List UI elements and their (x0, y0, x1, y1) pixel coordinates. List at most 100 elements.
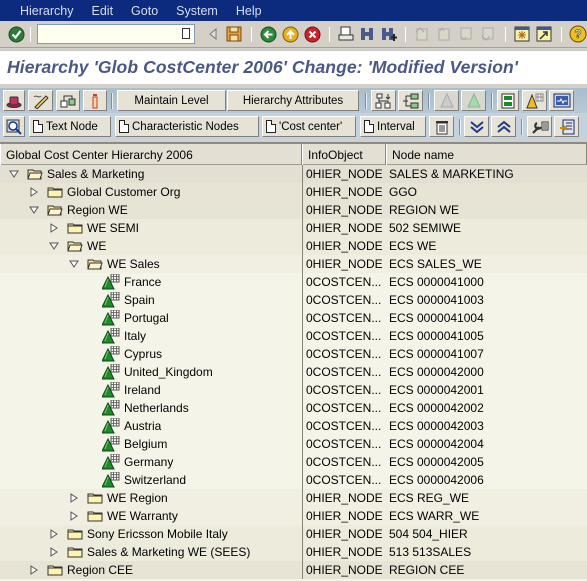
export-button[interactable] (554, 116, 579, 137)
node-label-cell[interactable]: Sony Ericsson Mobile Italy (0, 525, 302, 543)
tree-node-row[interactable]: Sony Ericsson Mobile Italy 0HIER_NODE 504 … (0, 525, 587, 543)
save-icon[interactable] (225, 25, 243, 43)
node-label-cell[interactable]: Austria (0, 417, 302, 435)
info-button[interactable] (83, 90, 107, 111)
back-icon[interactable] (259, 25, 277, 43)
collapse-node-icon[interactable] (68, 258, 80, 270)
settings-button[interactable] (527, 116, 552, 137)
characteristic-nodes-button[interactable]: Characteristic Nodes (115, 116, 259, 137)
back-arrow-icon[interactable] (204, 25, 222, 43)
shortcut-icon[interactable] (535, 25, 553, 43)
tree-node-row[interactable]: Sales & Marketing WE (SEES) 0HIER_NODE 513… (0, 543, 587, 561)
menu-help[interactable]: Help (236, 4, 262, 18)
collapse-node-icon[interactable] (48, 240, 60, 252)
node-label-cell[interactable]: Sales & Marketing (0, 165, 302, 183)
node-label-cell[interactable]: Region CEE (0, 561, 302, 579)
hierarchy-structure-button[interactable] (56, 90, 80, 111)
cost-center-row[interactable]: Ireland 0COSTCEN... ECS 0000042001 (0, 381, 587, 399)
where-used-button[interactable] (522, 90, 547, 111)
expand-node-icon[interactable] (68, 510, 80, 522)
cost-center-row[interactable]: Spain 0COSTCEN... ECS 0000041003 (0, 291, 587, 309)
node-label-cell[interactable]: Italy (0, 327, 302, 345)
collapse-node-icon[interactable] (28, 204, 40, 216)
tree-node-row[interactable]: Sales & Marketing 0HIER_NODE SALES & MARKE… (0, 165, 587, 183)
node-label-cell[interactable]: Region WE (0, 201, 302, 219)
node-label-cell[interactable]: Global Customer Org (0, 183, 302, 201)
node-label-cell[interactable]: Cyprus (0, 345, 302, 363)
menu-edit[interactable]: Edit (92, 4, 114, 18)
collapse-all-button[interactable] (491, 116, 516, 137)
cost-center-row[interactable]: Switzerland 0COSTCEN... ECS 0000042006 (0, 471, 587, 489)
column-header-node-name[interactable]: Node name (386, 144, 587, 165)
node-label-cell[interactable]: WE (0, 237, 302, 255)
tree-node-row[interactable]: WE Sales 0HIER_NODE ECS SALES_WE (0, 255, 587, 273)
menu-system[interactable]: System (176, 4, 218, 18)
expand-node-icon[interactable] (28, 564, 40, 576)
cost-center-row[interactable]: Cyprus 0COSTCEN... ECS 0000041007 (0, 345, 587, 363)
menu-goto[interactable]: Goto (131, 4, 158, 18)
tree-node-row[interactable]: Global Customer Org 0HIER_NODE GGO (0, 183, 587, 201)
column-header-hierarchy[interactable]: Global Cost Center Hierarchy 2006 (0, 144, 302, 165)
tree-node-row[interactable]: WE 0HIER_NODE ECS WE (0, 237, 587, 255)
node-label-cell[interactable]: France (0, 273, 302, 291)
hierarchy-attributes-button[interactable]: Hierarchy Attributes (227, 90, 359, 111)
cost-center-button[interactable]: 'Cost center' (262, 116, 356, 137)
node-label-cell[interactable]: Netherlands (0, 399, 302, 417)
expand-all-button[interactable] (464, 116, 489, 137)
node-label-cell[interactable]: WE Region (0, 489, 302, 507)
expand-node-icon[interactable] (28, 186, 40, 198)
interval-button[interactable]: Interval (360, 116, 426, 137)
new-session-icon[interactable] (513, 25, 531, 43)
find-node-button[interactable] (3, 116, 25, 137)
command-input[interactable] (38, 25, 178, 43)
cancel-icon[interactable] (303, 25, 321, 43)
tree-node-row[interactable]: Region CEE 0HIER_NODE REGION CEE (0, 561, 587, 579)
exit-icon[interactable] (281, 25, 299, 43)
expand-node-icon[interactable] (68, 492, 80, 504)
find-icon[interactable] (358, 25, 376, 43)
node-label-cell[interactable]: Switzerland (0, 471, 302, 489)
column-header-infoobject[interactable]: InfoObject (302, 144, 386, 165)
menu-hierarchy[interactable]: Hierarchy (20, 4, 74, 18)
node-label-cell[interactable]: Germany (0, 453, 302, 471)
delete-button[interactable] (429, 116, 454, 137)
cost-center-row[interactable]: Netherlands 0COSTCEN... ECS 0000042002 (0, 399, 587, 417)
text-node-button[interactable]: Text Node (29, 116, 111, 137)
reorganize-button[interactable] (398, 90, 423, 111)
node-label-cell[interactable]: Sales & Marketing WE (SEES) (0, 543, 302, 561)
node-label-cell[interactable]: Spain (0, 291, 302, 309)
tree-node-row[interactable]: WE Region 0HIER_NODE ECS REG_WE (0, 489, 587, 507)
cost-center-row[interactable]: Italy 0COSTCEN... ECS 0000041005 (0, 327, 587, 345)
node-label-cell[interactable]: WE SEMI (0, 219, 302, 237)
expand-node-icon[interactable] (48, 546, 60, 558)
node-label-cell[interactable]: WE Warranty (0, 507, 302, 525)
node-label-cell[interactable]: Portugal (0, 309, 302, 327)
enter-icon[interactable] (7, 25, 25, 43)
maintain-level-button[interactable]: Maintain Level (117, 90, 226, 111)
command-field[interactable] (37, 24, 195, 44)
node-label-cell[interactable]: United_Kingdom (0, 363, 302, 381)
node-label-cell[interactable]: WE Sales (0, 255, 302, 273)
cost-center-row[interactable]: United_Kingdom 0COSTCEN... ECS 0000042000 (0, 363, 587, 381)
expand-node-icon[interactable] (48, 528, 60, 540)
tree-node-row[interactable]: WE SEMI 0HIER_NODE 502 SEMIWE (0, 219, 587, 237)
expand-node-icon[interactable] (48, 222, 60, 234)
find-next-icon[interactable] (380, 25, 398, 43)
sort-nodes-button[interactable] (371, 90, 396, 111)
cost-center-row[interactable]: France 0COSTCEN... ECS 0000041000 (0, 273, 587, 291)
edit-button[interactable] (28, 90, 53, 111)
tree-node-row[interactable]: Region WE 0HIER_NODE REGION WE (0, 201, 587, 219)
cost-center-row[interactable]: Germany 0COSTCEN... ECS 0000042005 (0, 453, 587, 471)
help-icon[interactable]: ? (569, 25, 587, 43)
node-label-cell[interactable]: Ireland (0, 381, 302, 399)
history-icon[interactable] (182, 28, 190, 39)
layout-button[interactable] (497, 90, 519, 111)
cost-center-row[interactable]: Austria 0COSTCEN... ECS 0000042003 (0, 417, 587, 435)
cost-center-row[interactable]: Belgium 0COSTCEN... ECS 0000042004 (0, 435, 587, 453)
display-monitor-button[interactable] (549, 90, 574, 111)
print-icon[interactable] (337, 25, 355, 43)
display-change-button[interactable] (3, 90, 25, 111)
node-label-cell[interactable]: Belgium (0, 435, 302, 453)
collapse-node-icon[interactable] (8, 168, 20, 180)
cost-center-row[interactable]: Portugal 0COSTCEN... ECS 0000041004 (0, 309, 587, 327)
